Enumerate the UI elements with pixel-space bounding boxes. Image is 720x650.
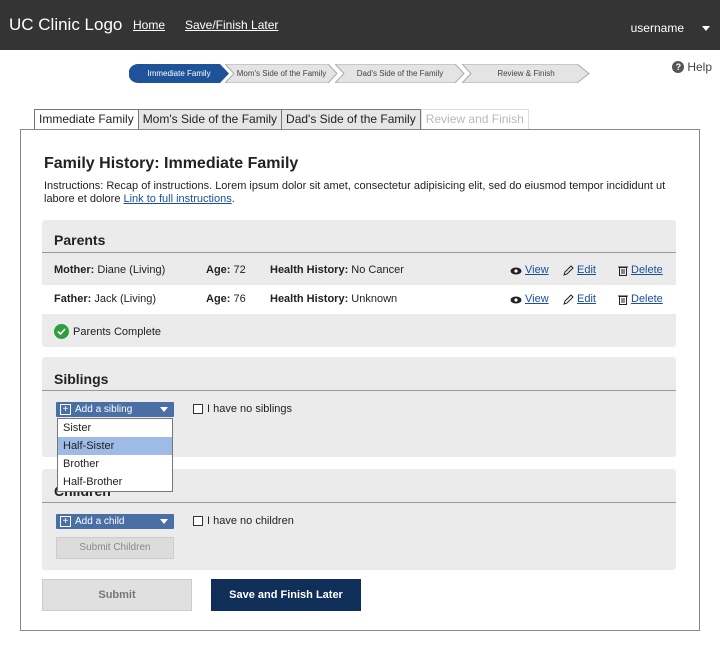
home-link[interactable]: Home [133, 18, 165, 32]
full-instructions-link[interactable]: Link to full instructions [124, 193, 232, 205]
tab-dads-side[interactable]: Dad's Side of the Family [281, 109, 421, 130]
help-link[interactable]: ? Help [672, 60, 712, 74]
sibling-type-menu[interactable]: Sister Half-Sister Brother Half-Brother [57, 418, 173, 492]
divider [42, 252, 676, 253]
delete-father-link[interactable]: Delete [618, 285, 663, 314]
top-navbar: UC Clinic Logo Home Save/Finish Later us… [0, 0, 720, 50]
trash-icon [618, 295, 628, 305]
tab-immediate-family[interactable]: Immediate Family [34, 109, 138, 130]
parent-health-history: Health History: Unknown [270, 293, 398, 305]
eye-icon [510, 267, 522, 274]
pencil-icon [563, 294, 574, 305]
parent-age: Age: 72 [206, 264, 246, 276]
edit-mother-link[interactable]: Edit [563, 256, 596, 285]
siblings-heading: Siblings [54, 371, 109, 387]
menu-item-sister[interactable]: Sister [58, 419, 172, 437]
add-sibling-dropdown[interactable]: + Add a sibling [56, 402, 174, 417]
delete-mother-link[interactable]: Delete [618, 256, 663, 285]
chevron-down-icon [160, 519, 168, 524]
question-icon: ? [672, 61, 685, 73]
step-moms-side: Mom's Side of the Family [225, 64, 338, 83]
checkbox[interactable] [193, 404, 203, 414]
tab-moms-side[interactable]: Mom's Side of the Family [137, 109, 282, 130]
username-menu[interactable]: username [631, 21, 684, 35]
view-father-link[interactable]: View [510, 285, 549, 314]
pencil-icon [563, 265, 574, 276]
no-children-checkbox[interactable]: I have no children [193, 515, 294, 527]
table-row: Father: Jack (Living) Age: 76 Health His… [42, 285, 676, 314]
clinic-logo: UC Clinic Logo [9, 15, 123, 34]
menu-item-half-sister[interactable]: Half-Sister [58, 437, 172, 455]
add-child-dropdown[interactable]: + Add a child [56, 514, 174, 529]
step-review-finish: Review & Finish [462, 64, 590, 83]
parents-complete-status: Parents Complete [54, 324, 161, 339]
step-dads-side: Dad's Side of the Family [335, 64, 465, 83]
edit-father-link[interactable]: Edit [563, 285, 596, 314]
parents-section: Parents Mother: Diane (Living) Age: 72 H… [42, 220, 676, 347]
chevron-down-icon [160, 407, 168, 412]
submit-children-button[interactable]: Submit Children [56, 537, 174, 559]
parents-heading: Parents [54, 232, 106, 248]
instructions: Instructions: Recap of instructions. Lor… [44, 180, 666, 205]
table-row: Mother: Diane (Living) Age: 72 Health Hi… [42, 256, 676, 285]
page-title: Family History: Immediate Family [44, 155, 299, 172]
submit-button[interactable]: Submit [42, 579, 192, 611]
chevron-down-icon[interactable] [702, 26, 710, 31]
view-mother-link[interactable]: View [510, 256, 549, 285]
trash-icon [618, 266, 628, 276]
no-siblings-checkbox[interactable]: I have no siblings [193, 403, 292, 415]
parent-age: Age: 76 [206, 293, 246, 305]
parent-health-history: Health History: No Cancer [270, 264, 404, 276]
check-circle-icon [54, 324, 69, 339]
help-label: Help [687, 60, 712, 74]
divider [42, 502, 676, 503]
save-and-finish-later-button[interactable]: Save and Finish Later [211, 579, 361, 611]
eye-icon [510, 296, 522, 303]
tab-review-finish: Review and Finish [420, 109, 529, 130]
parent-name: Father: Jack (Living) [54, 293, 157, 305]
divider [42, 390, 676, 391]
tab-bar: Immediate Family Mom's Side of the Famil… [34, 109, 529, 130]
plus-icon: + [60, 516, 71, 527]
step-immediate-family: Immediate Family [129, 64, 229, 83]
menu-item-brother[interactable]: Brother [58, 455, 172, 473]
save-finish-later-link[interactable]: Save/Finish Later [185, 18, 278, 32]
menu-item-half-brother[interactable]: Half-Brother [58, 473, 172, 491]
checkbox[interactable] [193, 516, 203, 526]
plus-icon: + [60, 404, 71, 415]
parent-name: Mother: Diane (Living) [54, 264, 166, 276]
